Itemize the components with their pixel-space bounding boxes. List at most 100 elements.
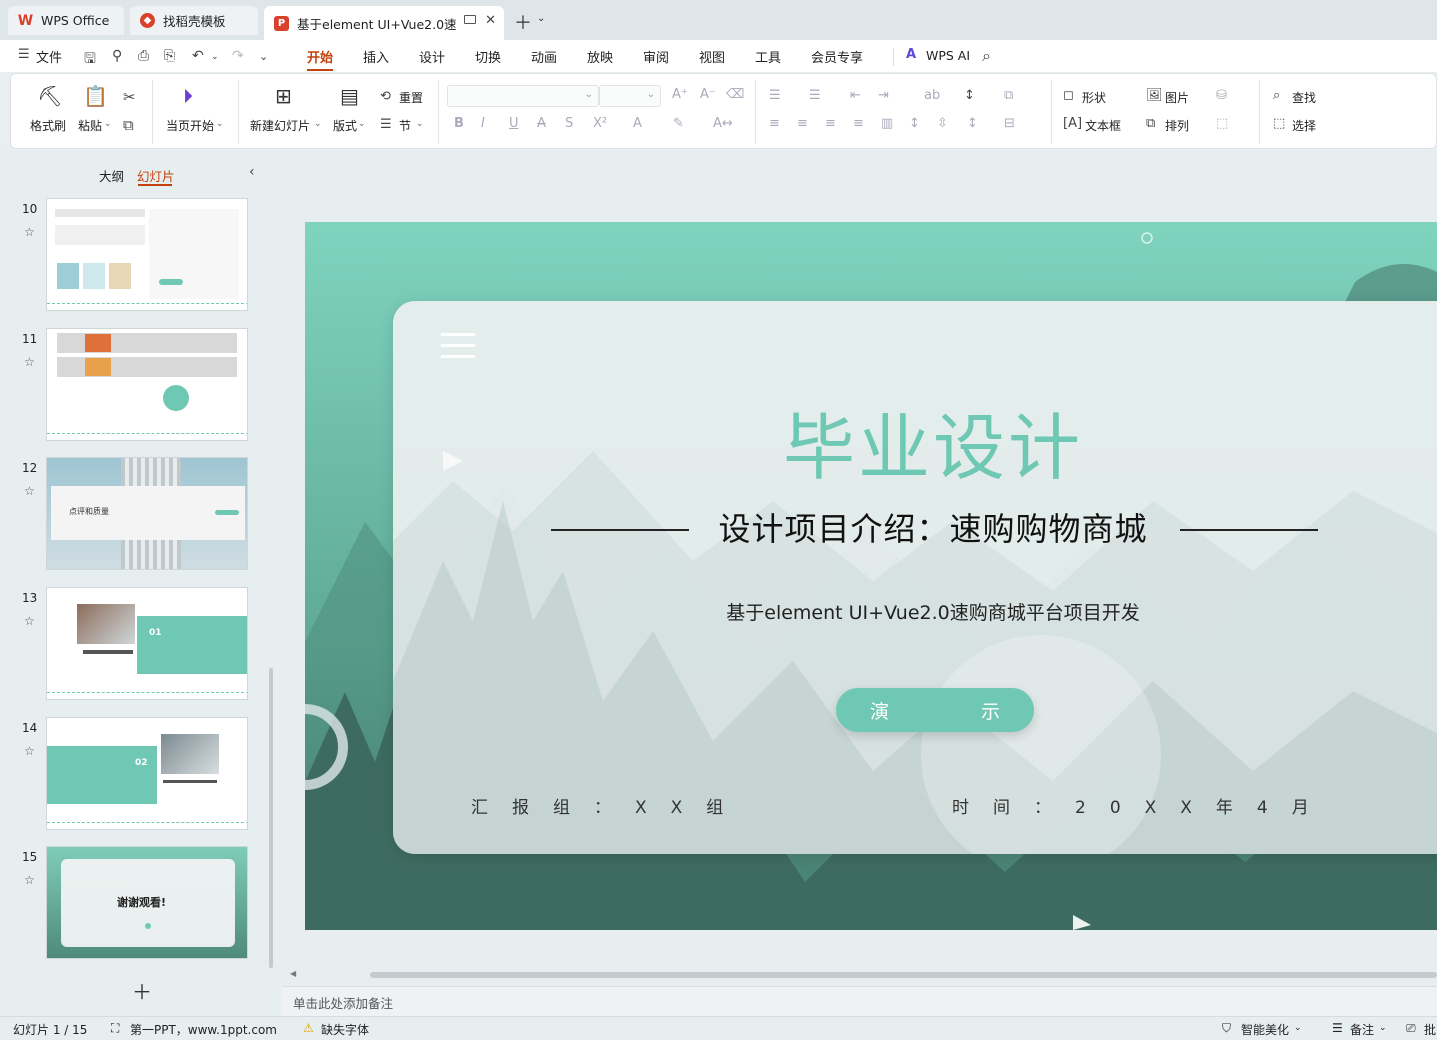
fill-icon[interactable]: ⛁ bbox=[1216, 88, 1227, 103]
convert-smartart-icon[interactable]: ⧉ bbox=[1004, 88, 1013, 103]
cut-icon[interactable]: ✂ bbox=[123, 88, 136, 106]
add-slide-plus-icon[interactable]: ＋ bbox=[132, 976, 152, 1005]
search-icon[interactable]: ⌕ bbox=[982, 46, 991, 66]
menu-tools[interactable]: 工具 bbox=[755, 47, 781, 66]
font-family-select[interactable]: ⌄ bbox=[447, 85, 599, 107]
star-icon[interactable]: ☆ bbox=[24, 744, 35, 758]
start-from-current-button[interactable]: 当页开始 bbox=[166, 117, 214, 134]
print-preview-icon[interactable]: ⎘ bbox=[164, 48, 175, 64]
shadow-text-icon[interactable]: S bbox=[565, 116, 573, 131]
paragraph-spacing-icon[interactable]: ⇳ bbox=[937, 116, 948, 131]
text-align-vertical-icon[interactable]: ⊟ bbox=[1004, 116, 1015, 131]
outline-icon[interactable]: ⬚ bbox=[1216, 116, 1228, 131]
menu-animation[interactable]: 动画 bbox=[531, 47, 557, 66]
align-center-icon[interactable]: ≡ bbox=[797, 116, 808, 131]
tab-slides[interactable]: 幻灯片 bbox=[137, 166, 175, 185]
slide-thumbnail-11[interactable] bbox=[46, 328, 248, 441]
menu-slideshow[interactable]: 放映 bbox=[587, 47, 613, 66]
missing-font-button[interactable]: 缺失字体 bbox=[321, 1021, 369, 1038]
highlight-icon[interactable]: ✎ bbox=[673, 116, 684, 131]
hamburger-menu-icon[interactable]: ☰ bbox=[18, 47, 30, 62]
format-painter-button[interactable]: 格式刷 bbox=[30, 117, 66, 134]
font-size-select[interactable]: ⌄ bbox=[599, 85, 661, 107]
print-icon[interactable]: ⎙ bbox=[138, 48, 149, 64]
numbered-list-icon[interactable]: ☰ bbox=[809, 88, 821, 103]
superscript-icon[interactable]: X² bbox=[593, 116, 607, 131]
paste-button[interactable]: 粘贴 bbox=[78, 117, 102, 134]
star-icon[interactable]: ☆ bbox=[24, 484, 35, 498]
undo-dropdown-icon[interactable]: ⌄ bbox=[211, 52, 219, 62]
star-icon[interactable]: ☆ bbox=[24, 355, 35, 369]
slide-thumbnail-10[interactable] bbox=[46, 198, 248, 311]
tab-list-chevron-icon[interactable]: ⌄ bbox=[537, 13, 545, 24]
slide-thumbnail-12[interactable]: 点评和质量 bbox=[46, 457, 248, 570]
save-icon[interactable]: 🖫 bbox=[84, 48, 96, 72]
reporter-group[interactable]: 汇报组：XX组 bbox=[471, 793, 747, 818]
select-button[interactable]: 选择 bbox=[1292, 117, 1316, 134]
slide-description[interactable]: 基于element UI+Vue2.0速购商城平台项目开发 bbox=[393, 598, 1437, 625]
align-left-icon[interactable]: ≡ bbox=[769, 116, 780, 131]
spacing-dropdown-icon[interactable]: ↕ bbox=[967, 116, 978, 131]
tab-outline[interactable]: 大纲 bbox=[99, 166, 124, 185]
section-button[interactable]: 节 bbox=[399, 117, 411, 134]
menu-design[interactable]: 设计 bbox=[419, 47, 445, 66]
menu-review[interactable]: 审阅 bbox=[643, 47, 669, 66]
notes-pane[interactable]: 单击此处添加备注 bbox=[282, 986, 1437, 1016]
bold-icon[interactable]: B bbox=[454, 116, 464, 131]
notes-button[interactable]: 备注 bbox=[1350, 1021, 1374, 1038]
report-date[interactable]: 时间：20XX年4月 bbox=[952, 793, 1333, 818]
increase-font-icon[interactable]: A⁺ bbox=[672, 87, 688, 102]
shape-button[interactable]: 形状 bbox=[1082, 89, 1106, 106]
panel-scrollbar[interactable] bbox=[269, 668, 273, 968]
present-button[interactable]: 演 示 bbox=[836, 688, 1034, 732]
decrease-font-icon[interactable]: A⁻ bbox=[700, 87, 716, 102]
slide-thumbnail-13[interactable]: 01 bbox=[46, 587, 248, 700]
comment-button[interactable]: 批 bbox=[1424, 1021, 1436, 1038]
menu-member[interactable]: 会员专享 bbox=[811, 47, 863, 66]
underline-icon[interactable]: U bbox=[509, 116, 519, 131]
start-dropdown-icon[interactable]: ⌄ bbox=[216, 119, 224, 129]
text-direction-icon[interactable]: ab bbox=[924, 88, 940, 103]
line-spacing-icon[interactable]: ↕ bbox=[909, 116, 920, 131]
strikethrough-icon[interactable]: A bbox=[537, 116, 546, 131]
tab-current-document[interactable]: P 基于element UI+Vue2.0速购 ✕ bbox=[264, 6, 504, 40]
italic-icon[interactable]: I bbox=[481, 116, 485, 131]
slide-title[interactable]: 毕业设计 bbox=[393, 389, 1437, 494]
tab-wps-office[interactable]: W WPS Office bbox=[8, 6, 124, 35]
close-icon[interactable]: ✕ bbox=[485, 13, 496, 28]
template-source[interactable]: 第一PPT，www.1ppt.com bbox=[130, 1021, 277, 1038]
new-slide-dropdown-icon[interactable]: ⌄ bbox=[314, 119, 322, 129]
align-right-icon[interactable]: ≡ bbox=[825, 116, 836, 131]
slide-thumbnail-15[interactable]: 谢谢观看! bbox=[46, 846, 248, 959]
wps-ai-button[interactable]: WPS AI bbox=[926, 48, 970, 63]
distribute-icon[interactable]: ▥ bbox=[881, 116, 893, 131]
slide-subtitle[interactable]: 设计项目介绍：速购购物商城 bbox=[393, 504, 1437, 550]
justify-icon[interactable]: ≡ bbox=[853, 116, 864, 131]
find-button[interactable]: 查找 bbox=[1292, 89, 1316, 106]
new-tab-plus-icon[interactable]: ＋ bbox=[514, 9, 532, 35]
redo-icon[interactable]: ↷ bbox=[232, 48, 244, 64]
paste-dropdown-icon[interactable]: ⌄ bbox=[104, 119, 112, 129]
undo-icon[interactable]: ↶ bbox=[192, 48, 204, 64]
pin-icon[interactable]: ⚲ bbox=[112, 48, 122, 64]
menu-view[interactable]: 视图 bbox=[699, 47, 725, 66]
layout-dropdown-icon[interactable]: ⌄ bbox=[358, 119, 366, 129]
notes-placeholder[interactable]: 单击此处添加备注 bbox=[293, 993, 393, 1012]
arrange-button[interactable]: 排列 bbox=[1165, 117, 1189, 134]
smart-beautify-button[interactable]: 智能美化 bbox=[1241, 1021, 1289, 1038]
horizontal-scrollbar[interactable] bbox=[370, 972, 1437, 978]
character-spacing-icon[interactable]: A↔ bbox=[713, 116, 733, 131]
copy-icon[interactable]: ⧉ bbox=[123, 116, 134, 134]
tab-docer-templates[interactable]: ◆ 找稻壳模板 bbox=[130, 6, 258, 35]
section-dropdown-icon[interactable]: ⌄ bbox=[416, 119, 424, 129]
sort-icon[interactable]: ↕ bbox=[964, 88, 975, 103]
bullet-list-icon[interactable]: ☰ bbox=[769, 88, 781, 103]
menu-home[interactable]: 开始 bbox=[307, 47, 333, 66]
picture-button[interactable]: 图片 bbox=[1165, 89, 1189, 106]
current-slide[interactable]: 毕业设计 设计项目介绍：速购购物商城 基于element UI+Vue2.0速购… bbox=[305, 222, 1437, 930]
more-chevron-icon[interactable]: ⌄ bbox=[259, 50, 268, 63]
menu-transition[interactable]: 切换 bbox=[475, 47, 501, 66]
increase-indent-icon[interactable]: ⇥ bbox=[878, 88, 889, 103]
smart-beautify-dropdown-icon[interactable]: ⌄ bbox=[1294, 1023, 1302, 1033]
font-color-icon[interactable]: A bbox=[633, 116, 642, 131]
